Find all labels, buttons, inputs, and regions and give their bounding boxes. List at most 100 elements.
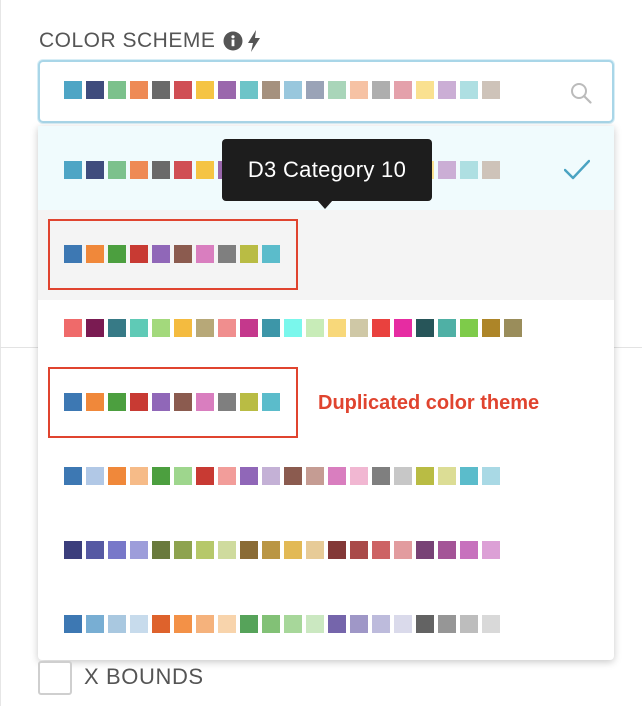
color-swatch — [174, 81, 192, 99]
color-swatch — [240, 467, 258, 485]
color-scheme-label-text: COLOR SCHEME — [39, 29, 216, 52]
color-swatch — [196, 615, 214, 633]
color-swatch — [130, 467, 148, 485]
color-scheme-select[interactable] — [38, 60, 614, 123]
color-swatch — [108, 81, 126, 99]
color-swatch — [372, 541, 390, 559]
color-swatch — [218, 467, 236, 485]
color-swatch — [64, 541, 82, 559]
highlight-box-duplicate-2 — [48, 367, 298, 438]
color-swatch — [86, 467, 104, 485]
color-swatch — [482, 615, 500, 633]
color-swatch — [460, 319, 478, 337]
color-swatch — [64, 161, 82, 179]
color-swatch — [372, 615, 390, 633]
color-swatch — [438, 615, 456, 633]
color-swatch — [438, 467, 456, 485]
color-swatch — [152, 161, 170, 179]
color-swatch — [460, 467, 478, 485]
color-swatch — [130, 81, 148, 99]
color-swatch — [416, 615, 434, 633]
color-swatch — [504, 319, 522, 337]
color-swatch — [394, 319, 412, 337]
scheme-option-swatches — [64, 319, 526, 337]
color-swatch — [328, 541, 346, 559]
color-swatch — [284, 541, 302, 559]
color-swatch — [196, 541, 214, 559]
color-swatch — [218, 319, 236, 337]
x-bounds-checkbox[interactable] — [38, 661, 72, 695]
scheme-option-swatches — [64, 467, 504, 485]
color-swatch — [174, 467, 192, 485]
color-swatch — [482, 319, 500, 337]
tooltip-text: D3 Category 10 — [247, 157, 407, 182]
highlight-box-duplicate-1 — [48, 219, 298, 290]
color-swatch — [482, 161, 500, 179]
color-scheme-label: COLOR SCHEME — [39, 26, 261, 56]
color-swatch — [372, 467, 390, 485]
color-swatch — [218, 81, 236, 99]
selected-scheme-swatches — [64, 81, 504, 99]
color-swatch — [86, 541, 104, 559]
color-swatch — [350, 541, 368, 559]
scheme-option-swatches — [64, 615, 504, 633]
tooltip-arrow — [317, 200, 333, 209]
color-swatch — [218, 615, 236, 633]
color-swatch — [86, 615, 104, 633]
color-swatch — [306, 615, 324, 633]
color-swatch — [262, 467, 280, 485]
color-swatch — [130, 319, 148, 337]
color-swatch — [130, 541, 148, 559]
color-swatch — [460, 615, 478, 633]
color-swatch — [130, 161, 148, 179]
x-bounds-label: X BOUNDS — [84, 664, 204, 689]
color-swatch — [350, 467, 368, 485]
color-swatch — [108, 541, 126, 559]
section-divider-left — [0, 347, 40, 348]
color-swatch — [306, 319, 324, 337]
color-swatch — [416, 541, 434, 559]
color-swatch — [482, 541, 500, 559]
scheme-option-swatches — [64, 541, 504, 559]
color-swatch — [482, 81, 500, 99]
color-swatch — [460, 161, 478, 179]
color-swatch — [152, 467, 170, 485]
info-icon[interactable] — [223, 31, 243, 51]
color-swatch — [196, 467, 214, 485]
search-icon — [570, 82, 592, 109]
color-swatch — [174, 541, 192, 559]
color-swatch — [240, 541, 258, 559]
color-swatch — [306, 541, 324, 559]
color-swatch — [394, 467, 412, 485]
color-swatch — [350, 81, 368, 99]
color-swatch — [350, 615, 368, 633]
color-swatch — [416, 319, 434, 337]
color-swatch — [284, 467, 302, 485]
color-swatch — [262, 615, 280, 633]
color-swatch — [372, 81, 390, 99]
color-swatch — [108, 467, 126, 485]
lightning-icon — [248, 30, 261, 52]
color-swatch — [218, 541, 236, 559]
color-swatch — [284, 81, 302, 99]
color-swatch — [416, 81, 434, 99]
scheme-tooltip: D3 Category 10 — [222, 139, 432, 201]
color-swatch — [394, 81, 412, 99]
color-swatch — [64, 467, 82, 485]
color-swatch — [130, 615, 148, 633]
color-swatch — [262, 541, 280, 559]
duplicate-annotation: Duplicated color theme — [318, 392, 540, 414]
color-swatch — [152, 319, 170, 337]
color-swatch — [174, 319, 192, 337]
color-swatch — [174, 615, 192, 633]
color-swatch — [394, 615, 412, 633]
color-swatch — [460, 81, 478, 99]
color-swatch — [438, 161, 456, 179]
color-swatch — [196, 81, 214, 99]
color-swatch — [328, 615, 346, 633]
color-swatch — [262, 81, 280, 99]
panel-divider — [0, 0, 1, 706]
color-swatch — [482, 467, 500, 485]
color-swatch — [64, 615, 82, 633]
scheme-option[interactable] — [38, 580, 614, 660]
